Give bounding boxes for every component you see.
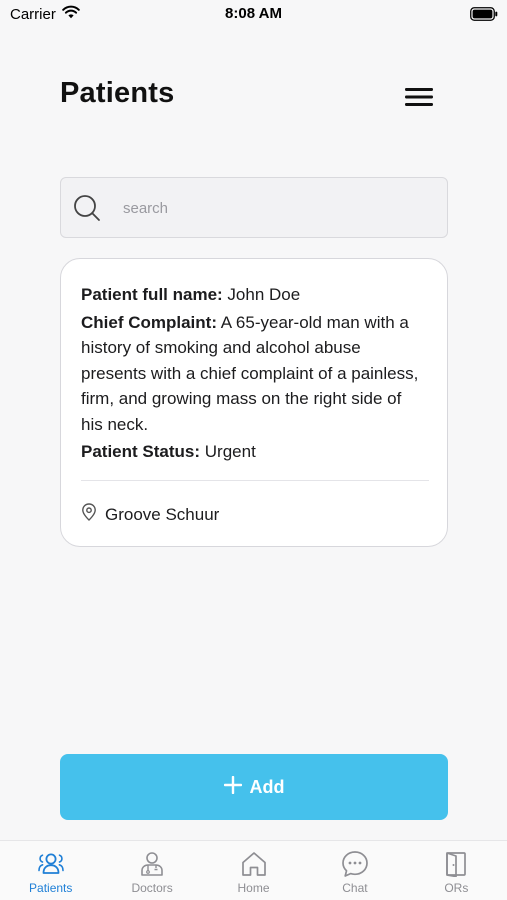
hamburger-menu-icon	[405, 87, 433, 112]
search-bar[interactable]	[60, 177, 448, 238]
add-patient-button[interactable]: Add	[60, 754, 448, 820]
search-input[interactable]	[123, 190, 433, 226]
patient-location: Groove Schuur	[81, 503, 219, 526]
menu-button[interactable]	[400, 83, 438, 115]
tab-doctors[interactable]: Doctors	[101, 841, 202, 900]
patient-status-label: Patient Status:	[81, 442, 201, 461]
tab-patients[interactable]: Patients	[0, 841, 101, 900]
location-pin-icon	[81, 503, 97, 526]
tab-chat[interactable]: Chat	[304, 841, 405, 900]
door-icon	[441, 850, 471, 878]
home-icon	[239, 850, 269, 878]
location-label: Groove Schuur	[105, 504, 220, 524]
search-icon	[73, 194, 101, 227]
status-time: 8:08 AM	[225, 5, 282, 22]
status-bar: Carrier 8:08 AM	[0, 0, 507, 30]
doctor-icon	[137, 850, 167, 878]
tab-home-label: Home	[237, 881, 270, 895]
patient-name-value: John Doe	[227, 285, 301, 304]
patient-card-body: Patient full name: John Doe Chief Compla…	[81, 282, 426, 467]
tab-patients-label: Patients	[29, 881, 73, 895]
patient-status-row: Patient Status: Urgent	[81, 439, 426, 465]
patients-icon	[36, 850, 66, 878]
chief-complaint-row: Chief Complaint: A 65-year-old man with …	[81, 310, 426, 438]
tab-ors-label: ORs	[444, 881, 469, 895]
tab-ors[interactable]: ORs	[406, 841, 507, 900]
tab-chat-label: Chat	[342, 881, 368, 895]
chat-icon	[340, 850, 370, 878]
patient-status-value: Urgent	[204, 442, 256, 461]
patient-card[interactable]: Patient full name: John Doe Chief Compla…	[60, 258, 448, 547]
tab-bar: Patients Doctors Home Chat ORs	[0, 840, 507, 900]
tab-doctors-label: Doctors	[131, 881, 173, 895]
page-title: Patients	[60, 77, 175, 109]
patient-name-row: Patient full name: John Doe	[81, 282, 426, 308]
patient-name-label: Patient full name:	[81, 285, 223, 304]
card-divider	[81, 480, 429, 481]
plus-icon	[223, 775, 242, 799]
chief-complaint-label: Chief Complaint:	[81, 312, 217, 332]
add-button-label: Add	[249, 776, 285, 797]
battery-icon	[470, 7, 498, 26]
tab-home[interactable]: Home	[203, 841, 304, 900]
